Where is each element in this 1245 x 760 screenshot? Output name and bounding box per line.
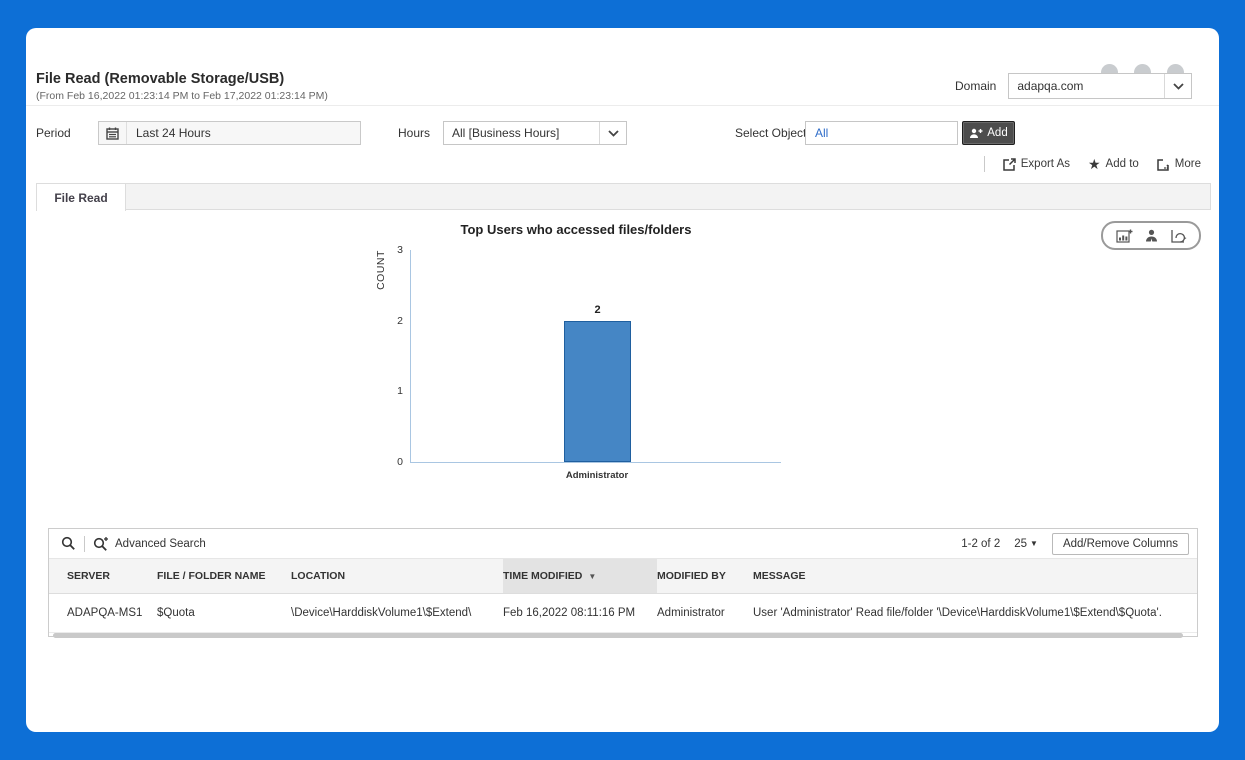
advanced-search-label: Advanced Search <box>115 537 206 550</box>
cell-modified-by: Administrator <box>657 607 725 619</box>
table-header-row: SERVER FILE / FOLDER NAME LOCATION TIME … <box>49 559 1197 594</box>
period-label: Period <box>36 126 71 140</box>
calendar-icon[interactable] <box>99 122 127 144</box>
pagination-range: 1-2 of 2 <box>961 537 1001 550</box>
export-as-label: Export As <box>1020 158 1070 170</box>
cell-location: \Device\HarddiskVolume1\$Extend\ <box>291 607 472 619</box>
export-icon <box>1003 157 1016 171</box>
tab-bar: File Read <box>36 183 1211 211</box>
y-tick: 1 <box>397 385 403 398</box>
bar-value-label: 2 <box>594 303 601 316</box>
period-field[interactable]: Last 24 Hours <box>98 121 361 145</box>
chevron-down-icon[interactable] <box>1164 74 1191 98</box>
add-objects-button[interactable]: Add <box>962 121 1015 145</box>
cell-file-folder-name: $Quota <box>157 607 195 619</box>
domain-select[interactable]: adapqa.com <box>1008 73 1193 99</box>
bar-chart-plot: COUNT 3 2 1 0 2 Administrator <box>375 244 781 481</box>
content-card: File Read (Removable Storage/USB) (From … <box>26 28 1219 732</box>
table-toolbar-right: 1-2 of 2 25 ▼ Add/Remove Columns <box>961 532 1189 555</box>
bar-column: 2 <box>564 250 631 462</box>
horizontal-scrollbar <box>49 633 1197 639</box>
x-category-label: Administrator <box>565 470 629 481</box>
star-icon: ★ <box>1087 156 1101 172</box>
search-icon[interactable] <box>59 536 84 551</box>
chart-refresh-icon[interactable] <box>1170 229 1187 243</box>
add-button-label: Add <box>987 127 1008 139</box>
tab-file-read[interactable]: File Read <box>36 183 126 211</box>
more-icon <box>1157 158 1170 171</box>
add-to-label: Add to <box>1105 158 1139 170</box>
add-remove-columns-button[interactable]: Add/Remove Columns <box>1051 532 1189 555</box>
chart-add-icon[interactable] <box>1115 229 1133 243</box>
chart-title: Top Users who accessed files/folders <box>460 222 692 237</box>
report-actions: Export As ★ Add to More <box>983 155 1201 173</box>
page-size-value: 25 <box>1014 537 1028 550</box>
chart-toolbar <box>1101 221 1201 250</box>
cell-time-modified: Feb 16,2022 08:11:16 PM <box>503 607 636 619</box>
advanced-search-button[interactable]: Advanced Search <box>93 536 206 551</box>
header-divider <box>26 105 1219 106</box>
toolbar-divider <box>84 535 85 552</box>
page-background: { "window": { "frame_color": "#0d6fd6" }… <box>0 0 1245 760</box>
chevron-down-icon[interactable] <box>599 122 626 144</box>
person-add-icon <box>969 128 983 139</box>
page-subtitle: (From Feb 16,2022 01:23:14 PM to Feb 17,… <box>36 90 328 102</box>
y-tick: 2 <box>397 314 403 327</box>
cell-server: ADAPQA-MS1 <box>67 607 143 619</box>
caret-down-icon: ▼ <box>1030 539 1038 548</box>
export-as-button[interactable]: Export As <box>1003 157 1070 171</box>
hours-value: All [Business Hours] <box>452 126 560 140</box>
results-table-panel: Advanced Search 1-2 of 2 25 ▼ Add/Remove… <box>48 528 1198 639</box>
actions-divider <box>983 156 985 172</box>
column-header-modified-by[interactable]: MODIFIED BY <box>657 559 753 593</box>
hours-label: Hours <box>398 126 431 140</box>
period-value: Last 24 Hours <box>136 126 211 140</box>
column-header-message[interactable]: MESSAGE <box>753 559 1197 593</box>
domain-label: Domain <box>955 79 997 93</box>
select-objects-input[interactable]: All <box>805 121 958 145</box>
select-objects-value: All <box>815 126 829 140</box>
filter-bar: Period Last 24 Hours Hours All [Business… <box>26 121 1219 145</box>
domain-value: adapqa.com <box>1017 79 1084 93</box>
more-button[interactable]: More <box>1157 158 1201 171</box>
page-size-select[interactable]: 25 ▼ <box>1014 538 1038 550</box>
y-tick: 3 <box>397 244 403 256</box>
table-toolbar: Advanced Search 1-2 of 2 25 ▼ Add/Remove… <box>49 529 1197 559</box>
column-header-file-folder-name[interactable]: FILE / FOLDER NAME <box>157 559 291 593</box>
more-label: More <box>1174 158 1201 170</box>
add-to-button[interactable]: ★ Add to <box>1088 157 1139 171</box>
hours-select[interactable]: All [Business Hours] <box>443 121 627 145</box>
advanced-search-icon <box>93 536 109 551</box>
column-header-location[interactable]: LOCATION <box>291 559 503 593</box>
scrollbar-thumb[interactable] <box>53 633 1183 638</box>
cell-message: User 'Administrator' Read file/folder '\… <box>753 607 1162 619</box>
page-title: File Read (Removable Storage/USB) <box>36 71 285 87</box>
column-header-server[interactable]: SERVER <box>49 559 157 593</box>
sort-desc-icon: ▼ <box>588 571 597 581</box>
column-header-time-modified[interactable]: TIME MODIFIED ▼ <box>503 559 657 593</box>
select-objects-label: Select Objects <box>735 126 813 140</box>
time-modified-label: TIME MODIFIED <box>503 570 583 582</box>
chart-bar[interactable] <box>564 320 631 462</box>
table-row[interactable]: ADAPQA-MS1 $Quota \Device\HarddiskVolume… <box>49 594 1197 633</box>
user-icon[interactable] <box>1145 229 1158 243</box>
domain-group: Domain adapqa.com <box>955 73 1193 99</box>
y-tick: 0 <box>397 456 403 468</box>
y-axis-label: COUNT <box>375 250 387 290</box>
